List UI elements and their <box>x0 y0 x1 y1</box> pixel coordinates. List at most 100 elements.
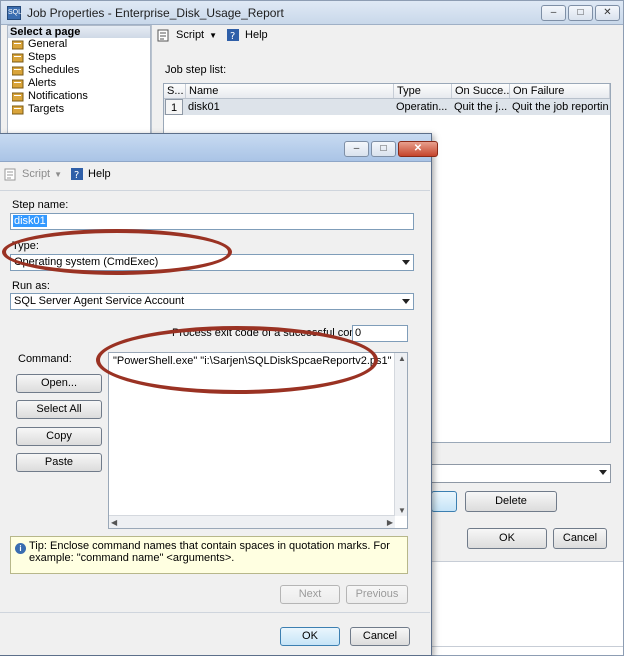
row-on-success: Quit the j... <box>454 101 508 113</box>
chevron-down-icon[interactable]: ▼ <box>54 170 62 179</box>
command-value: "PowerShell.exe" "i:\Sarjen\SQLDiskSpcae… <box>113 355 392 367</box>
job-properties-title: Job Properties - Enterprise_Disk_Usage_R… <box>27 6 284 20</box>
paste-button[interactable]: Paste <box>16 453 102 472</box>
help-button[interactable]: Help <box>88 168 111 180</box>
page-item-label: Schedules <box>28 64 80 76</box>
svg-text:?: ? <box>230 31 235 42</box>
toolbar-divider <box>0 190 430 191</box>
run-as-dropdown[interactable]: SQL Server Agent Service Account <box>10 293 414 310</box>
tip-text: Tip: Enclose command names that contain … <box>29 540 390 564</box>
command-label: Command: <box>18 353 72 365</box>
job-properties-titlebar: SQL Job Properties - Enterprise_Disk_Usa… <box>1 1 623 25</box>
page-item-general[interactable]: General <box>8 38 150 51</box>
page-item-label: Steps <box>28 51 57 63</box>
script-button[interactable]: Script <box>22 168 50 180</box>
page-item-targets[interactable]: Targets <box>8 103 150 116</box>
open-button[interactable]: Open... <box>16 374 102 393</box>
row-on-failure: Quit the job reporting... <box>512 101 609 113</box>
step-name-label: Step name: <box>12 199 69 211</box>
maximize-icon[interactable]: □ <box>371 141 396 157</box>
page-item-alerts[interactable]: Alerts <box>8 77 150 90</box>
page-item-label: General <box>28 38 68 50</box>
type-label: Type: <box>12 240 39 252</box>
page-icon <box>12 92 24 101</box>
back-ok-button[interactable]: OK <box>467 528 547 549</box>
page-icon <box>12 40 24 49</box>
page-icon <box>12 66 24 75</box>
horizontal-scrollbar[interactable]: ◀ ▶ <box>109 515 395 528</box>
scroll-left-icon[interactable]: ◀ <box>111 518 117 527</box>
delete-button[interactable]: Delete <box>465 491 557 512</box>
back-cancel-button[interactable]: Cancel <box>553 528 607 549</box>
row-name: disk01 <box>188 101 220 113</box>
help-icon: ? <box>71 168 84 181</box>
next-button[interactable]: Next <box>280 585 340 604</box>
back-caption-buttons: – □ ✕ <box>541 5 620 21</box>
info-icon: i <box>15 543 26 554</box>
page-item-steps[interactable]: Steps <box>8 51 150 64</box>
select-page-header: Select a page <box>8 26 150 38</box>
maximize-icon[interactable]: □ <box>568 5 593 21</box>
page-item-schedules[interactable]: Schedules <box>8 64 150 77</box>
scroll-up-icon[interactable]: ▲ <box>398 354 406 363</box>
ok-button[interactable]: OK <box>280 627 340 646</box>
tip-panel: i Tip: Enclose command names that contai… <box>10 536 408 574</box>
edit-button[interactable] <box>431 491 457 512</box>
footer-divider <box>0 612 430 613</box>
script-icon <box>157 29 169 42</box>
close-icon[interactable]: ✕ <box>595 5 620 21</box>
back-toolbar: Script ▼ ? Help <box>157 28 268 42</box>
exit-code-field[interactable]: 0 <box>352 325 408 342</box>
type-dropdown[interactable]: Operating system (CmdExec) <box>10 254 414 271</box>
page-icon <box>12 79 24 88</box>
job-step-list-label: Job step list: <box>165 64 227 76</box>
background-window-region <box>431 561 623 655</box>
script-button[interactable]: Script <box>176 29 204 41</box>
minimize-icon[interactable]: – <box>344 141 369 157</box>
row-type: Operatin... <box>396 101 448 113</box>
help-icon: ? <box>227 29 240 42</box>
chevron-down-icon[interactable]: ▼ <box>209 31 217 40</box>
page-item-label: Targets <box>28 103 65 115</box>
column-header-step[interactable]: S... <box>164 84 186 98</box>
page-icon <box>12 53 24 62</box>
cancel-button[interactable]: Cancel <box>350 627 410 646</box>
vertical-scrollbar[interactable]: ▲ ▼ <box>394 353 407 516</box>
front-caption-buttons: – □ ✕ <box>344 141 438 157</box>
run-as-value: SQL Server Agent Service Account <box>14 295 185 307</box>
page-icon <box>12 105 24 114</box>
divider <box>431 646 623 647</box>
close-icon[interactable]: ✕ <box>398 141 438 157</box>
column-header-on-failure[interactable]: On Failure <box>510 84 610 98</box>
svg-text:?: ? <box>74 170 79 181</box>
chevron-down-icon <box>402 299 410 304</box>
step-name-field[interactable]: disk01 <box>10 213 414 230</box>
column-header-on-success[interactable]: On Succe... <box>452 84 510 98</box>
type-value: Operating system (CmdExec) <box>14 256 159 268</box>
front-toolbar: Script ▼ ? Help <box>4 167 111 181</box>
select-page-panel: Select a page General Steps Schedules Al… <box>7 25 151 135</box>
previous-button[interactable]: Previous <box>346 585 408 604</box>
page-item-label: Alerts <box>28 77 57 89</box>
job-properties-icon: SQL <box>7 6 22 20</box>
chevron-down-icon <box>402 260 410 265</box>
column-header-type[interactable]: Type <box>394 84 452 98</box>
scroll-down-icon[interactable]: ▼ <box>398 506 406 515</box>
command-textarea[interactable]: "PowerShell.exe" "i:\Sarjen\SQLDiskSpcae… <box>108 352 408 529</box>
select-all-button[interactable]: Select All <box>16 400 102 419</box>
table-row[interactable]: 1 disk01 Operatin... Quit the j... Quit … <box>164 99 610 115</box>
step-name-value: disk01 <box>13 215 47 227</box>
chevron-down-icon <box>599 470 607 475</box>
minimize-icon[interactable]: – <box>541 5 566 21</box>
help-button[interactable]: Help <box>245 29 268 41</box>
job-step-titlebar: – □ ✕ <box>0 134 438 162</box>
page-item-notifications[interactable]: Notifications <box>8 90 150 103</box>
job-step-dialog: – □ ✕ Script ▼ ? Help Step name: disk01 … <box>0 133 438 656</box>
scroll-right-icon[interactable]: ▶ <box>387 518 393 527</box>
start-step-dropdown[interactable] <box>431 464 611 483</box>
copy-button[interactable]: Copy <box>16 427 102 446</box>
column-header-name[interactable]: Name <box>186 84 394 98</box>
script-icon <box>4 168 16 181</box>
panel-divider <box>151 25 152 135</box>
grid-header: S... Name Type On Succe... On Failure <box>164 84 610 99</box>
